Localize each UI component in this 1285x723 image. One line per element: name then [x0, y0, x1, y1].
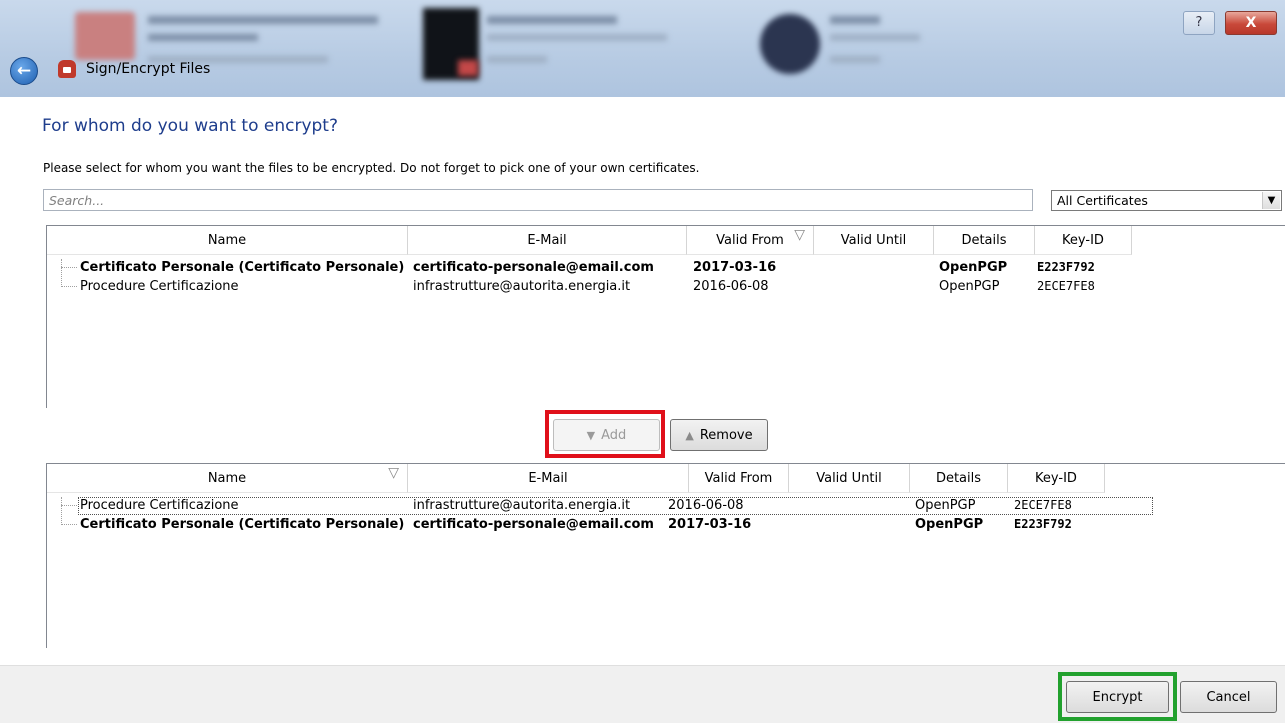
cert-details: OpenPGP: [915, 498, 976, 513]
table-header: Name E-Mail Valid From ▽ Valid Until Deta…: [47, 226, 1132, 255]
table-header: Name ▽ E-Mail Valid From Valid Until Deta…: [47, 464, 1105, 493]
filter-selected-value: All Certificates: [1057, 193, 1148, 208]
cert-email: infrastrutture@autorita.energia.it: [413, 279, 631, 294]
close-button[interactable]: X: [1225, 11, 1277, 35]
blurred-thumbnail-text: [487, 56, 547, 63]
page-heading: For whom do you want to encrypt?: [42, 116, 338, 136]
column-header-valid-until[interactable]: Valid Until: [814, 226, 934, 255]
arrow-down-icon: ▼: [586, 428, 596, 442]
tree-connector: [61, 505, 77, 507]
cert-email: infrastrutture@autorita.energia.it: [413, 498, 631, 513]
blurred-thumbnail-text: [148, 16, 378, 24]
cert-name: Procedure Certificazione: [80, 279, 239, 294]
column-header-key-id[interactable]: Key-ID: [1035, 226, 1132, 255]
remove-button[interactable]: ▲ Remove: [670, 419, 768, 451]
cert-key-id: 2ECE7FE8: [1014, 498, 1072, 512]
cert-details: OpenPGP: [939, 260, 1008, 275]
blurred-thumbnail-text: [487, 16, 617, 24]
sort-indicator-icon: ▽: [388, 465, 399, 481]
arrow-up-icon: ▲: [685, 428, 694, 442]
cancel-button-label: Cancel: [1206, 689, 1251, 705]
chevron-down-icon[interactable]: ▼: [1262, 192, 1280, 209]
search-input[interactable]: [43, 189, 1033, 211]
cert-details: OpenPGP: [915, 517, 984, 532]
cert-key-id: 2ECE7FE8: [1037, 279, 1095, 293]
add-button[interactable]: ▼ Add: [553, 419, 660, 451]
cert-name: Certificato Personale (Certificato Perso…: [80, 517, 405, 532]
cert-name: Procedure Certificazione: [80, 498, 239, 513]
blurred-thumbnail-text: [148, 34, 258, 41]
blurred-thumbnail-text: [830, 34, 920, 41]
column-header-email[interactable]: E-Mail: [408, 464, 689, 493]
taskbar-thumbnail-pdf: [75, 12, 135, 60]
remove-button-label: Remove: [699, 427, 753, 443]
title-bar: ← Sign/Encrypt Files ? X: [0, 0, 1285, 97]
table-body: Procedure Certificazione infrastrutture@…: [47, 497, 1285, 535]
cancel-button[interactable]: Cancel: [1180, 681, 1277, 713]
column-header-details[interactable]: Details: [934, 226, 1035, 255]
cert-email: certificato-personale@email.com: [413, 517, 654, 532]
blurred-thumbnail-text: [487, 34, 667, 41]
certificate-filter-dropdown[interactable]: All Certificates ▼: [1051, 190, 1282, 211]
cert-valid-from: 2017-03-16: [668, 517, 752, 532]
taskbar-thumbnail-badge: [458, 60, 478, 76]
column-header-email[interactable]: E-Mail: [408, 226, 687, 255]
blurred-thumbnail-text: [830, 16, 880, 24]
encrypt-button-label: Encrypt: [1092, 689, 1143, 705]
cert-email: certificato-personale@email.com: [413, 260, 654, 275]
column-header-name[interactable]: Name: [47, 226, 408, 255]
cert-valid-from: 2016-06-08: [668, 498, 744, 513]
taskbar-thumbnail-app: [760, 14, 820, 74]
kleopatra-app-icon: [58, 60, 76, 78]
help-button[interactable]: ?: [1183, 11, 1215, 35]
cert-details: OpenPGP: [939, 279, 1000, 294]
column-header-valid-from[interactable]: Valid From ▽: [687, 226, 814, 255]
back-arrow-icon[interactable]: ←: [10, 57, 38, 85]
add-button-label: Add: [601, 427, 627, 443]
window-title: Sign/Encrypt Files: [86, 61, 211, 77]
cert-valid-from: 2017-03-16: [693, 260, 777, 275]
column-header-key-id[interactable]: Key-ID: [1008, 464, 1105, 493]
encrypt-button[interactable]: Encrypt: [1066, 681, 1169, 713]
available-certificates-table[interactable]: Name E-Mail Valid From ▽ Valid Until Deta…: [46, 225, 1285, 408]
sort-indicator-icon: ▽: [794, 227, 805, 243]
selected-recipients-table[interactable]: Name ▽ E-Mail Valid From Valid Until Deta…: [46, 463, 1285, 648]
tree-connector: [61, 524, 77, 526]
tree-connector: [61, 286, 77, 288]
cert-name: Certificato Personale (Certificato Perso…: [80, 260, 405, 275]
cert-valid-from: 2016-06-08: [693, 279, 769, 294]
column-header-name[interactable]: Name ▽: [47, 464, 408, 493]
blurred-thumbnail-text: [830, 56, 880, 63]
table-row[interactable]: Procedure Certificazione infrastrutture@…: [47, 497, 1285, 516]
cert-key-id: E223F792: [1037, 260, 1095, 274]
column-header-valid-until[interactable]: Valid Until: [789, 464, 910, 493]
cert-key-id: E223F792: [1014, 517, 1072, 531]
column-header-valid-from[interactable]: Valid From: [689, 464, 789, 493]
table-row[interactable]: Certificato Personale (Certificato Perso…: [47, 259, 1285, 278]
table-row[interactable]: Certificato Personale (Certificato Perso…: [47, 516, 1285, 535]
column-header-details[interactable]: Details: [910, 464, 1008, 493]
instruction-text: Please select for whom you want the file…: [43, 161, 700, 175]
table-body: Certificato Personale (Certificato Perso…: [47, 259, 1285, 297]
tree-connector: [61, 267, 77, 269]
table-row[interactable]: Procedure Certificazione infrastrutture@…: [47, 278, 1285, 297]
